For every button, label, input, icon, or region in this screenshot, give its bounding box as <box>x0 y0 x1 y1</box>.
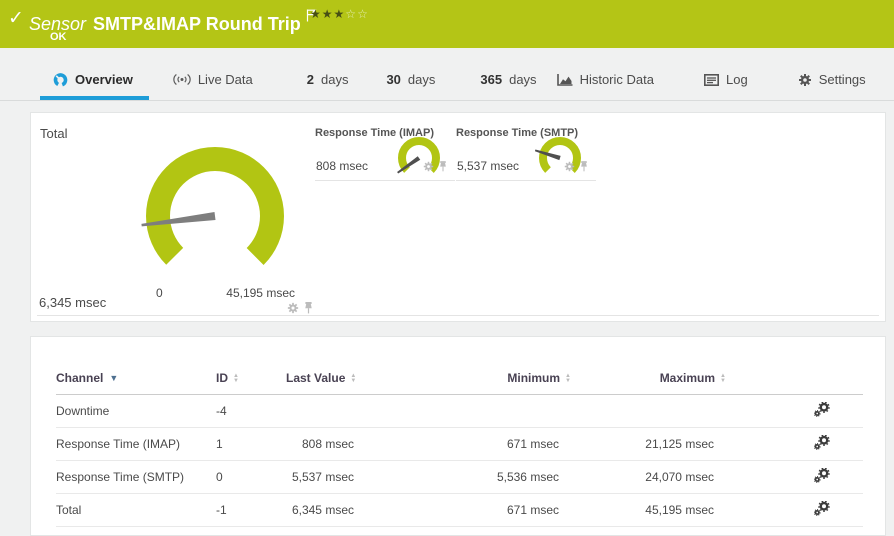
gear-icon <box>798 73 812 87</box>
table-row: Total -1 6,345 msec 671 msec 45,195 msec <box>56 493 863 527</box>
channel-minimum: 5,536 msec <box>366 460 571 494</box>
gauge-settings-gear-icon[interactable] <box>423 159 434 177</box>
tab-label: days <box>407 72 436 87</box>
channel-minimum <box>366 394 571 428</box>
channel-id: 1 <box>216 427 286 461</box>
channel-settings-icon[interactable] <box>813 467 830 483</box>
channel-table: Channel ▼ ID ▲ ▼ Last Value ▲ ▼ Minimum ▲ ▼ Max… <box>56 371 863 527</box>
sort-icon: ▲ ▼ <box>720 372 726 384</box>
gauge-settings-gear-icon[interactable] <box>564 159 575 177</box>
column-header-id[interactable]: ID ▲ ▼ <box>216 371 286 395</box>
channel-name[interactable]: Response Time (IMAP) <box>56 427 216 461</box>
tab-label: Settings <box>818 72 866 87</box>
channel-id: -1 <box>216 493 286 527</box>
table-row: Response Time (SMTP) 0 5,537 msec 5,536 … <box>56 460 863 494</box>
tab-label: days <box>509 72 537 87</box>
channel-settings-icon[interactable] <box>813 434 830 450</box>
gauge-pin-icon[interactable] <box>304 301 313 319</box>
log-list-icon <box>703 73 719 86</box>
gauge-pin-icon[interactable] <box>580 159 588 177</box>
channel-settings-icon[interactable] <box>813 401 830 417</box>
sort-icon: ▲ ▼ <box>350 372 357 384</box>
tab-label-prefix: 30 <box>386 72 401 87</box>
channel-minimum: 671 msec <box>366 493 571 527</box>
sort-desc-icon: ▼ <box>109 373 119 383</box>
status-ok-check-icon: ✓ <box>8 8 24 29</box>
live-signal-icon <box>173 74 191 85</box>
gauge-max-label: 45,195 msec <box>226 286 295 300</box>
column-header-maximum[interactable]: Maximum ▲ ▼ <box>571 371 726 395</box>
tab-live-data[interactable]: Live Data <box>173 72 253 100</box>
channel-name[interactable]: Response Time (SMTP) <box>56 460 216 494</box>
imap-gauge-block: Response Time (IMAP) 808 msec <box>315 123 455 181</box>
sort-icon: ▲ ▼ <box>565 372 571 384</box>
channel-maximum: 45,195 msec <box>571 493 726 527</box>
tab-label: Live Data <box>197 72 253 87</box>
channel-maximum: 21,125 msec <box>571 427 726 461</box>
table-row: Downtime -4 <box>56 394 863 428</box>
channel-name[interactable]: Total <box>56 493 216 527</box>
sensor-status-text: OK <box>50 31 67 43</box>
channel-maximum: 24,070 msec <box>571 460 726 494</box>
channel-name[interactable]: Downtime <box>56 394 216 428</box>
gauge-pin-icon[interactable] <box>439 159 447 177</box>
tab-label: Log <box>725 72 748 87</box>
smtp-gauge-block: Response Time (SMTP) 5,537 msec <box>456 123 596 181</box>
tab-label-prefix: 2 <box>306 72 314 87</box>
tab-30-days[interactable]: 30 days <box>386 72 435 100</box>
tab-bar: Overview Live Data 2 days 30 days 365 da… <box>0 48 894 101</box>
total-gauge-label: Total <box>40 126 68 141</box>
channel-last-value: 5,537 msec <box>286 460 366 494</box>
table-header-row: Channel ▼ ID ▲ ▼ Last Value ▲ ▼ Minimum ▲ ▼ Max… <box>56 371 863 395</box>
tab-label: Historic Data <box>579 72 654 87</box>
channel-last-value <box>286 394 366 428</box>
gauge-settings-gear-icon[interactable] <box>287 301 299 319</box>
tab-365-days[interactable]: 365 days <box>480 72 536 100</box>
tab-settings[interactable]: Settings <box>798 72 866 100</box>
channel-maximum <box>571 394 726 428</box>
sensor-title: SMTP&IMAP Round Trip <box>93 14 301 34</box>
tab-log[interactable]: Log <box>703 72 748 100</box>
tab-label: Overview <box>75 72 133 87</box>
channel-last-value: 808 msec <box>286 427 366 461</box>
gauge-panel: Total 0 45,195 msec 6,345 msec Response … <box>30 112 886 322</box>
gauge-min-label: 0 <box>156 286 163 300</box>
panel-divider <box>37 315 879 316</box>
total-gauge <box>141 147 284 285</box>
tab-label-prefix: 365 <box>480 72 503 87</box>
tab-label: days <box>320 72 349 87</box>
tab-overview[interactable]: Overview <box>40 72 149 100</box>
priority-stars[interactable]: ★★★☆☆ <box>310 7 369 21</box>
gauge-icon <box>53 72 68 87</box>
channel-last-value: 6,345 msec <box>286 493 366 527</box>
sort-icon: ▲ ▼ <box>233 372 239 384</box>
tab-2-days[interactable]: 2 days <box>307 72 349 100</box>
channel-id: -4 <box>216 394 286 428</box>
column-header-last-value[interactable]: Last Value ▲ ▼ <box>286 371 366 395</box>
total-current-value: 6,345 msec <box>39 295 107 310</box>
table-row: Response Time (IMAP) 1 808 msec 671 msec… <box>56 427 863 461</box>
smtp-current-value: 5,537 msec <box>457 159 520 173</box>
column-header-actions <box>726 371 863 395</box>
column-header-channel[interactable]: Channel ▼ <box>56 371 216 395</box>
sensor-header: ✓ Sensor SMTP&IMAP Round Trip ★★★☆☆ OK <box>0 0 894 48</box>
chart-icon <box>556 73 573 86</box>
column-header-minimum[interactable]: Minimum ▲ ▼ <box>366 371 571 395</box>
tab-historic-data[interactable]: Historic Data <box>556 72 654 100</box>
imap-current-value: 808 msec <box>316 159 369 173</box>
channel-minimum: 671 msec <box>366 427 571 461</box>
channel-table-panel: Channel ▼ ID ▲ ▼ Last Value ▲ ▼ Minimum ▲ ▼ Max… <box>30 336 886 536</box>
channel-id: 0 <box>216 460 286 494</box>
